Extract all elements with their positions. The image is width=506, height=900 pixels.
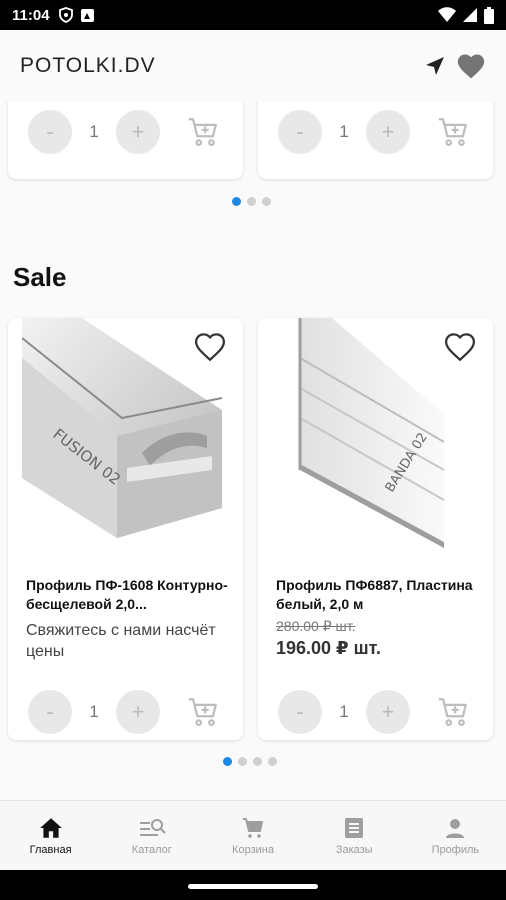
increase-qty-button[interactable]: + bbox=[366, 690, 410, 734]
pager-dot[interactable] bbox=[262, 197, 271, 206]
sale-carousel-pager bbox=[223, 757, 277, 766]
favorites-heart-icon[interactable] bbox=[456, 52, 486, 80]
profile-icon bbox=[446, 818, 465, 838]
product-card[interactable]: FUSION 02 Профиль ПФ-1608 Контурно-бесще… bbox=[8, 318, 243, 740]
decrease-qty-button[interactable]: - bbox=[28, 690, 72, 734]
nav-label: Заказы bbox=[335, 843, 373, 856]
add-to-cart-button[interactable] bbox=[433, 112, 473, 152]
top-carousel-pager bbox=[232, 197, 271, 206]
main-content[interactable]: - 1 + - 1 + Sale FUSION 02 Профиль ПФ-16… bbox=[0, 102, 506, 800]
pager-dot[interactable] bbox=[253, 757, 262, 766]
shield-icon bbox=[58, 7, 73, 23]
product-card[interactable]: - 1 + bbox=[8, 102, 243, 179]
increase-qty-button[interactable]: + bbox=[366, 110, 410, 154]
app-title: POTOLKI.DV bbox=[20, 54, 156, 77]
increase-qty-button[interactable]: + bbox=[116, 110, 160, 154]
current-price: 196.00 ₽ шт. bbox=[276, 638, 381, 658]
status-time: 11:04 bbox=[12, 6, 50, 24]
nav-item-profile[interactable]: Профиль bbox=[405, 801, 506, 870]
add-to-cart-button[interactable] bbox=[183, 112, 223, 152]
decrease-qty-button[interactable]: - bbox=[28, 110, 72, 154]
home-gesture-handle[interactable] bbox=[188, 884, 318, 889]
signal-icon bbox=[463, 8, 477, 22]
old-price: 280.00 ₽ шт. bbox=[276, 618, 356, 634]
nav-item-catalog[interactable]: Каталог bbox=[101, 801, 202, 870]
nav-label: Каталог bbox=[131, 843, 172, 856]
qty-value: 1 bbox=[89, 702, 99, 721]
home-icon bbox=[39, 817, 62, 838]
cart-outline-icon bbox=[438, 698, 467, 726]
cart-outline-icon bbox=[188, 698, 217, 726]
nav-label: Корзина bbox=[232, 843, 274, 856]
app-bar: POTOLKI.DV bbox=[0, 30, 506, 102]
add-to-cart-button[interactable] bbox=[183, 692, 223, 732]
sale-section-title: Sale bbox=[13, 262, 67, 292]
catalog-search-icon bbox=[139, 818, 166, 836]
notification-icon bbox=[80, 8, 94, 22]
product-card[interactable]: - 1 + bbox=[258, 102, 493, 179]
decrease-qty-button[interactable]: - bbox=[278, 110, 322, 154]
cart-icon bbox=[243, 817, 263, 838]
nav-label: Главная bbox=[29, 843, 72, 856]
pager-dot[interactable] bbox=[223, 757, 232, 766]
qty-value: 1 bbox=[339, 122, 349, 141]
pager-dot[interactable] bbox=[238, 757, 247, 766]
product-card[interactable]: BANDA 02 Профиль ПФ6887, Пластина белый,… bbox=[258, 318, 493, 740]
pager-dot[interactable] bbox=[268, 757, 277, 766]
cart-outline-icon bbox=[188, 118, 217, 146]
wifi-icon bbox=[438, 7, 456, 22]
nav-label: Профиль bbox=[431, 843, 480, 856]
bottom-navigation: Главная Каталог Корзина Заказы Профиль bbox=[0, 800, 506, 870]
orders-icon bbox=[345, 817, 364, 838]
status-bar: 11:04 bbox=[0, 0, 506, 30]
battery-icon bbox=[484, 6, 494, 24]
favorite-heart-icon[interactable] bbox=[443, 330, 477, 364]
pager-dot[interactable] bbox=[232, 197, 241, 206]
nav-item-home[interactable]: Главная bbox=[0, 801, 101, 870]
favorite-heart-icon[interactable] bbox=[193, 330, 227, 364]
qty-value: 1 bbox=[339, 702, 349, 721]
pager-dot[interactable] bbox=[247, 197, 256, 206]
decrease-qty-button[interactable]: - bbox=[278, 690, 322, 734]
location-arrow-icon[interactable] bbox=[424, 55, 446, 77]
gesture-bar bbox=[0, 870, 506, 900]
product-name[interactable]: Профиль ПФ6887, Пластина белый, 2,0 м bbox=[276, 576, 486, 614]
nav-item-orders[interactable]: Заказы bbox=[304, 801, 405, 870]
price-contact-note: Свяжитесь с нами насчёт цены bbox=[26, 622, 216, 660]
add-to-cart-button[interactable] bbox=[433, 692, 473, 732]
cart-outline-icon bbox=[438, 118, 467, 146]
qty-value: 1 bbox=[89, 122, 99, 141]
increase-qty-button[interactable]: + bbox=[116, 690, 160, 734]
product-name[interactable]: Профиль ПФ-1608 Контурно-бесщелевой 2,0.… bbox=[26, 576, 236, 614]
nav-item-cart[interactable]: Корзина bbox=[202, 801, 303, 870]
